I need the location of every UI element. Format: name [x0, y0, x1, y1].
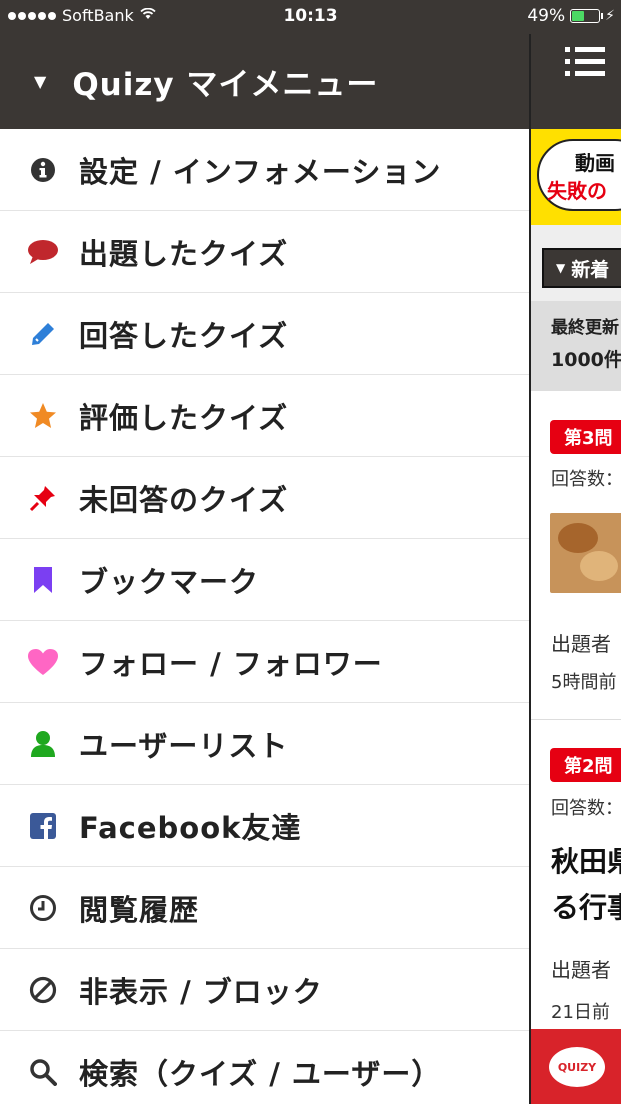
footer-banner[interactable]: QUIZY: [531, 1029, 621, 1104]
menu-label: ユーザーリスト: [79, 728, 289, 763]
menu-item-bookmarks[interactable]: ブックマーク: [0, 539, 529, 621]
menu-item-facebook-friends[interactable]: Facebook友達: [0, 785, 529, 867]
info-icon: [27, 154, 59, 186]
banner-text-line2: 失敗の: [547, 179, 607, 203]
quiz-thumbnail[interactable]: [550, 513, 621, 593]
main-header: [531, 34, 621, 129]
charging-icon: ⚡: [605, 8, 615, 24]
clock-icon: [27, 892, 59, 924]
quiz-time: 21日前: [551, 1002, 610, 1023]
bookmark-icon: [27, 564, 59, 596]
caret-down-icon: ▼: [556, 261, 566, 275]
answer-count: 回答数：: [551, 798, 621, 819]
menu-item-unanswered-quizzes[interactable]: 未回答のクイズ: [0, 457, 529, 539]
menu-item-search[interactable]: 検索（クイズ / ユーザー）: [0, 1031, 529, 1113]
search-icon: [27, 1056, 59, 1088]
last-updated-label: 最終更新: [551, 318, 619, 338]
drawer-header[interactable]: ▼ Quizy マイメニュー: [0, 34, 529, 129]
status-bar: SoftBank 10:13 49% ⚡: [0, 0, 621, 34]
main-content: 動画 失敗の ▼ 新着 最終更新 1000件 第3問 回答数： 出題者 5時間前 …: [531, 34, 621, 1104]
quiz-time: 5時間前: [551, 672, 617, 693]
quiz-author[interactable]: 出題者: [551, 954, 611, 983]
answer-count: 回答数：: [551, 469, 621, 490]
menu-label: フォロー / フォロワー: [79, 646, 383, 681]
item-count: 1000件: [551, 349, 621, 371]
pushpin-icon: [27, 482, 59, 514]
menu-label: Facebook友達: [79, 810, 302, 845]
pencil-icon: [27, 318, 59, 350]
caret-down-icon: ▼: [34, 72, 47, 91]
menu-item-answered-quizzes[interactable]: 回答したクイズ: [0, 293, 529, 375]
menu-label: 閲覧履歴: [79, 892, 200, 927]
user-icon: [27, 728, 59, 760]
promo-banner[interactable]: 動画 失敗の: [531, 129, 621, 225]
quiz-card[interactable]: 第2問 回答数： 秋田県 る行事 出題者 21日前: [531, 720, 621, 1050]
facebook-icon: [27, 810, 59, 842]
question-number-badge: 第3問: [550, 420, 621, 454]
banner-text-line1: 動画: [575, 151, 615, 175]
drawer-menu: 設定 / インフォメーション 出題したクイズ 回答したクイズ 評価したクイズ 未…: [0, 129, 529, 1113]
menu-item-my-quizzes[interactable]: 出題したクイズ: [0, 211, 529, 293]
battery-percent: 49%: [527, 6, 566, 26]
quizy-logo: QUIZY: [549, 1047, 605, 1087]
menu-label: 非表示 / ブロック: [79, 974, 323, 1009]
menu-label: 出題したクイズ: [79, 236, 289, 271]
sort-label: 新着: [571, 258, 610, 281]
heart-icon: [27, 646, 59, 678]
menu-label: 未回答のクイズ: [79, 482, 289, 517]
question-number-badge: 第2問: [550, 748, 621, 782]
menu-label: 評価したクイズ: [79, 400, 289, 435]
hamburger-menu-icon[interactable]: [565, 47, 605, 79]
menu-label: 設定 / インフォメーション: [79, 154, 442, 189]
menu-label: 回答したクイズ: [79, 318, 289, 353]
menu-item-hidden-blocked[interactable]: 非表示 / ブロック: [0, 949, 529, 1031]
speech-bubble-icon: [27, 236, 59, 268]
menu-item-user-list[interactable]: ユーザーリスト: [0, 703, 529, 785]
quiz-title-line2: る行事: [551, 891, 621, 924]
menu-item-history[interactable]: 閲覧履歴: [0, 867, 529, 949]
quiz-card[interactable]: 第3問 回答数： 出題者 5時間前: [531, 391, 621, 720]
ban-icon: [27, 974, 59, 1006]
star-icon: [27, 400, 59, 432]
battery-icon: [570, 9, 604, 23]
menu-label: 検索（クイズ / ユーザー）: [79, 1057, 442, 1091]
sort-area: ▼ 新着: [531, 225, 621, 301]
menu-label: ブックマーク: [79, 564, 260, 599]
sort-dropdown[interactable]: ▼ 新着: [542, 248, 621, 288]
quiz-author[interactable]: 出題者: [551, 628, 611, 657]
menu-item-follow[interactable]: フォロー / フォロワー: [0, 621, 529, 703]
side-drawer: ▼ Quizy マイメニュー 設定 / インフォメーション 出題したクイズ 回答…: [0, 34, 529, 1104]
update-info: 最終更新 1000件: [531, 301, 621, 391]
menu-item-rated-quizzes[interactable]: 評価したクイズ: [0, 375, 529, 457]
menu-item-settings[interactable]: 設定 / インフォメーション: [0, 129, 529, 211]
drawer-title: Quizy マイメニュー: [72, 67, 379, 103]
quiz-title-line1: 秋田県: [551, 845, 621, 878]
